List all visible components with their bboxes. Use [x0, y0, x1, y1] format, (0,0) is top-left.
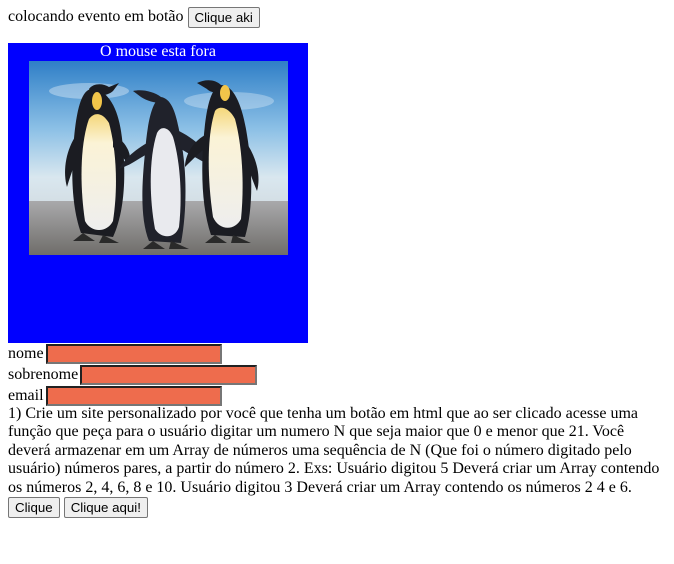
email-label: email	[8, 386, 44, 404]
form-row-sobrenome: sobrenome	[8, 364, 258, 385]
bottom-buttons: Clique Clique aqui!	[8, 497, 148, 518]
exercise-description: 1) Crie um site personalizado por você q…	[8, 405, 660, 496]
clique-aqui-button[interactable]: Clique aqui!	[63, 497, 148, 518]
clique-button[interactable]: Clique	[8, 497, 60, 518]
page-caption: colocando evento em botão	[8, 8, 184, 25]
mouse-status-text: O mouse esta fora	[100, 43, 216, 60]
nome-label: nome	[8, 344, 44, 362]
form-row-email: email	[8, 385, 222, 406]
form-row-nome: nome	[8, 343, 222, 364]
email-input[interactable]	[45, 385, 222, 406]
clique-aki-button[interactable]: Clique aki	[187, 6, 260, 28]
nome-input[interactable]	[45, 343, 222, 364]
top-line: colocando evento em botão Clique aki	[8, 6, 260, 28]
mouse-hover-box[interactable]: O mouse esta fora	[8, 43, 308, 343]
sobrenome-input[interactable]	[80, 364, 258, 385]
penguins-image	[29, 61, 288, 255]
sobrenome-label: sobrenome	[8, 365, 79, 383]
